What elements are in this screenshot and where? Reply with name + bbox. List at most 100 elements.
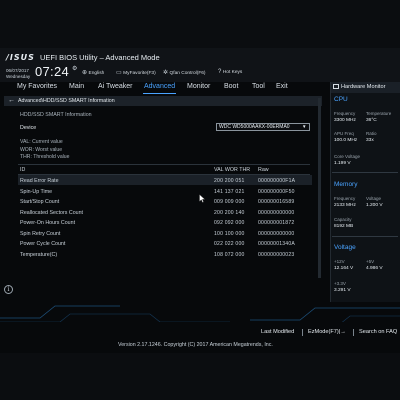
table-row-values: 022 022 000: [214, 241, 245, 247]
divider: [332, 236, 398, 237]
language-button[interactable]: ⊕ English: [82, 69, 104, 76]
legend-wor: WOR: Worst value: [20, 147, 63, 153]
table-row-values: 108 072 000: [214, 252, 245, 258]
device-select-value: WDC WD5000AAKX-00ERMA0: [219, 124, 290, 130]
globe-icon: ⊕: [82, 70, 88, 76]
memory-voltage-label: Voltage: [366, 196, 382, 201]
cpu-frequency-label: Frequency: [334, 111, 356, 116]
table-row-raw: 000000000F1A: [258, 178, 296, 184]
menu-exit[interactable]: Exit: [276, 83, 288, 90]
table-row-name[interactable]: Power-On Hours Count: [20, 220, 75, 226]
table-row-raw: 000000000000: [258, 210, 295, 216]
last-modified-button[interactable]: Last Modified: [261, 329, 294, 335]
device-label: Device: [20, 125, 37, 131]
table-row-raw: 000000016589: [258, 199, 295, 205]
table-row-raw: 000000001872: [258, 220, 295, 226]
cpu-section-title: CPU: [334, 96, 348, 103]
menu-advanced[interactable]: Advanced: [144, 83, 175, 90]
table-row-values: 092 092 000: [214, 220, 245, 226]
menu-ai-tweaker[interactable]: Ai Tweaker: [98, 83, 133, 90]
app-title: UEFI BIOS Utility – Advanced Mode: [40, 53, 160, 62]
cpu-ratio-value: 33x: [366, 138, 374, 143]
legend-thr: THR: Threshold value: [20, 154, 70, 160]
menu-main[interactable]: Main: [69, 83, 84, 90]
table-row-values: 200 200 140: [214, 210, 245, 216]
active-tab-indicator: [143, 93, 176, 94]
table-row-values: 141 137 021: [214, 189, 245, 195]
mouse-pointer-icon: [199, 194, 206, 203]
table-row-name[interactable]: Temperature(C): [20, 252, 57, 258]
apu-freq-value: 100.0 MHz: [334, 138, 358, 143]
menu-boot[interactable]: Boot: [224, 83, 238, 90]
menu-tool[interactable]: Tool: [252, 83, 265, 90]
table-row-values: 009 009 000: [214, 199, 245, 205]
info-icon[interactable]: i: [4, 285, 13, 294]
legend-val: VAL: Current value: [20, 139, 63, 145]
hot-keys-button[interactable]: ? Hot Keys: [218, 69, 242, 75]
table-row-raw: 000000000000: [258, 231, 295, 237]
v5-label: +5V: [366, 259, 375, 264]
fan-icon: ✲: [163, 70, 169, 76]
chevron-down-icon: ▼: [302, 124, 307, 129]
v33-label: +3.3V: [334, 281, 346, 286]
table-row-name[interactable]: Reallocated Sectors Count: [20, 210, 83, 216]
table-row-values: 100 100 000: [214, 231, 245, 237]
table-row-name[interactable]: Read Error Rate: [20, 178, 59, 184]
star-icon: ▭: [116, 70, 122, 76]
ezmode-button[interactable]: EzMode(F7)|→: [308, 329, 346, 335]
monitor-icon: [333, 84, 339, 89]
section-title: HDD/SSD SMART Information: [20, 112, 92, 118]
core-voltage-value: 1.199 V: [334, 161, 351, 166]
memory-section-title: Memory: [334, 181, 358, 188]
cpu-temperature-label: Temperature: [366, 111, 392, 116]
divider: [332, 172, 398, 173]
table-row-raw: 00000001340A: [258, 241, 295, 247]
question-icon: ?: [218, 69, 222, 75]
back-arrow-icon[interactable]: ←: [8, 97, 15, 105]
table-row-values: 200 200 051: [214, 178, 245, 184]
table-row-name[interactable]: Spin Retry Count: [20, 231, 60, 237]
cpu-temperature-value: 36°C: [366, 118, 377, 123]
menu-monitor[interactable]: Monitor: [187, 83, 210, 90]
apu-freq-label: APU Freq: [334, 131, 354, 136]
memory-voltage-value: 1.200 V: [366, 203, 383, 208]
divider: [353, 329, 354, 336]
divider: [302, 329, 303, 336]
column-header-raw: Raw: [258, 167, 269, 173]
memory-capacity-value: 8192 MB: [334, 224, 354, 229]
divider: [18, 164, 310, 165]
menu-my-favorites[interactable]: My Favorites: [17, 83, 57, 90]
copyright-text: Version 2.17.1246. Copyright (C) 2017 Am…: [118, 342, 273, 348]
memory-capacity-label: Capacity: [334, 217, 352, 222]
date-block: 06/07/2017 Wednesday: [6, 68, 30, 79]
myfavorite-button[interactable]: ▭ MyFavorite(F3): [116, 69, 156, 76]
clock: 07:24: [35, 64, 70, 79]
table-row-name[interactable]: Start/Stop Count: [20, 199, 59, 205]
core-voltage-label: Core Voltage: [334, 154, 361, 159]
qfan-control-button[interactable]: ✲ Qfan Control(F6): [163, 69, 206, 76]
gear-icon[interactable]: ⚙: [72, 66, 78, 72]
weekday-text: Wednesday: [6, 73, 31, 79]
v12-value: 12.164 V: [334, 266, 354, 271]
cpu-ratio-label: Ratio: [366, 131, 377, 136]
footer: [0, 322, 400, 353]
voltage-section-title: Voltage: [334, 244, 356, 251]
column-header-values: VAL WOR THR: [214, 167, 251, 173]
hardware-monitor-title: Hardware Monitor: [341, 84, 386, 90]
table-row-raw: 000000000023: [258, 252, 295, 258]
column-header-id: ID: [20, 167, 26, 173]
table-row-raw: 000000000F50: [258, 189, 295, 195]
table-row-name[interactable]: Spin-Up Time: [20, 189, 52, 195]
asus-logo: /ISUS: [6, 53, 35, 62]
memory-frequency-value: 2133 MHz: [334, 203, 356, 208]
search-faq-button[interactable]: Search on FAQ: [359, 329, 397, 335]
breadcrumb-text: Advanced\HDD/SSD SMART Information: [18, 98, 115, 104]
v33-value: 3.291 V: [334, 288, 351, 293]
date-text: 06/07/2017: [6, 68, 29, 73]
v12-label: +12V: [334, 259, 345, 264]
v5-value: 4.986 V: [366, 266, 383, 271]
cpu-frequency-value: 3300 MHz: [334, 118, 356, 123]
table-row-name[interactable]: Power Cycle Count: [20, 241, 65, 247]
scrollbar[interactable]: [318, 98, 321, 278]
memory-frequency-label: Frequency: [334, 196, 356, 201]
